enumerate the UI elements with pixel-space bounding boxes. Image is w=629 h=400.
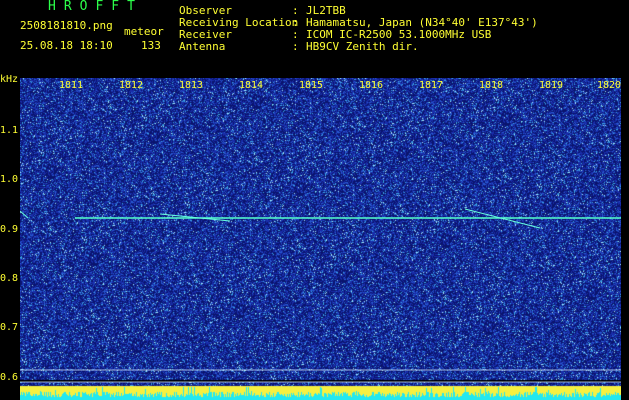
y-tick-label: 0.7	[0, 322, 19, 333]
x-tick-label: 1819	[539, 80, 564, 91]
x-tick-label: 1815	[299, 80, 324, 91]
spectrogram-overlay	[20, 208, 621, 383]
y-tick-label: 1.1	[0, 125, 19, 136]
antenna-value: HB9CV Zenith dir.	[306, 40, 419, 53]
y-tick-label: 0.6	[0, 372, 19, 383]
y-tick-label: 0.8	[0, 273, 19, 284]
x-tick-label: 1811	[59, 80, 84, 91]
event-count: 133	[141, 39, 161, 52]
app-title: HROFFT	[48, 0, 143, 14]
antenna-key: Antenna	[179, 40, 226, 53]
filename-label: 2508181810.png	[20, 19, 113, 32]
spectrogram	[20, 78, 621, 400]
x-tick-label: 1820	[597, 80, 622, 91]
mode-label: meteor	[124, 25, 164, 38]
x-tick-label: 1814	[239, 80, 264, 91]
x-tick-label: 1817	[419, 80, 444, 91]
antenna-sep: :	[292, 40, 299, 53]
x-tick-label: 1816	[359, 80, 384, 91]
datetime-label: 25.08.18 18:10	[20, 39, 113, 52]
x-tick-label: 1812	[119, 80, 144, 91]
y-tick-label: 0.9	[0, 224, 19, 235]
x-tick-label: 1818	[479, 80, 504, 91]
meteor-streak	[20, 210, 29, 219]
y-axis-unit: kHz	[0, 74, 19, 85]
x-tick-label: 1813	[179, 80, 204, 91]
y-tick-label: 1.0	[0, 174, 19, 185]
